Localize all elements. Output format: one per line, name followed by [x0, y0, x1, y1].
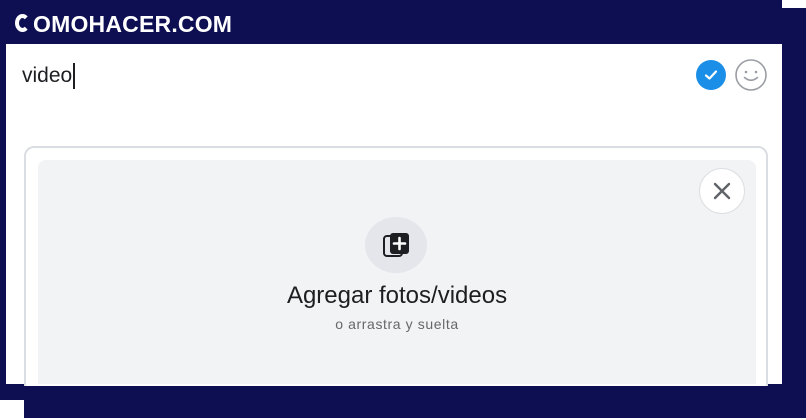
logo-c-swoosh-icon: [14, 13, 32, 35]
logo-text: OMOHACER.COM: [33, 10, 233, 37]
post-text-value: video: [22, 64, 73, 87]
upload-title: Agregar fotos/videos: [286, 282, 508, 309]
site-logo: OMOHACER.COM: [14, 9, 232, 39]
media-upload-box: Agregar fotos/videos o arrastra y suelta: [24, 146, 768, 386]
post-text-input[interactable]: video: [22, 62, 76, 90]
upload-subtitle: o arrastra y suelta: [335, 316, 459, 332]
post-composer: video Agregar fotos/videos o arrastra y …: [6, 44, 782, 386]
text-caret: [73, 63, 76, 89]
add-photo-icon[interactable]: [365, 217, 427, 273]
check-circle-icon[interactable]: [696, 60, 726, 90]
smiley-icon[interactable]: [734, 58, 768, 92]
close-icon[interactable]: [699, 168, 745, 214]
media-dropzone[interactable]: Agregar fotos/videos o arrastra y suelta: [38, 160, 756, 384]
